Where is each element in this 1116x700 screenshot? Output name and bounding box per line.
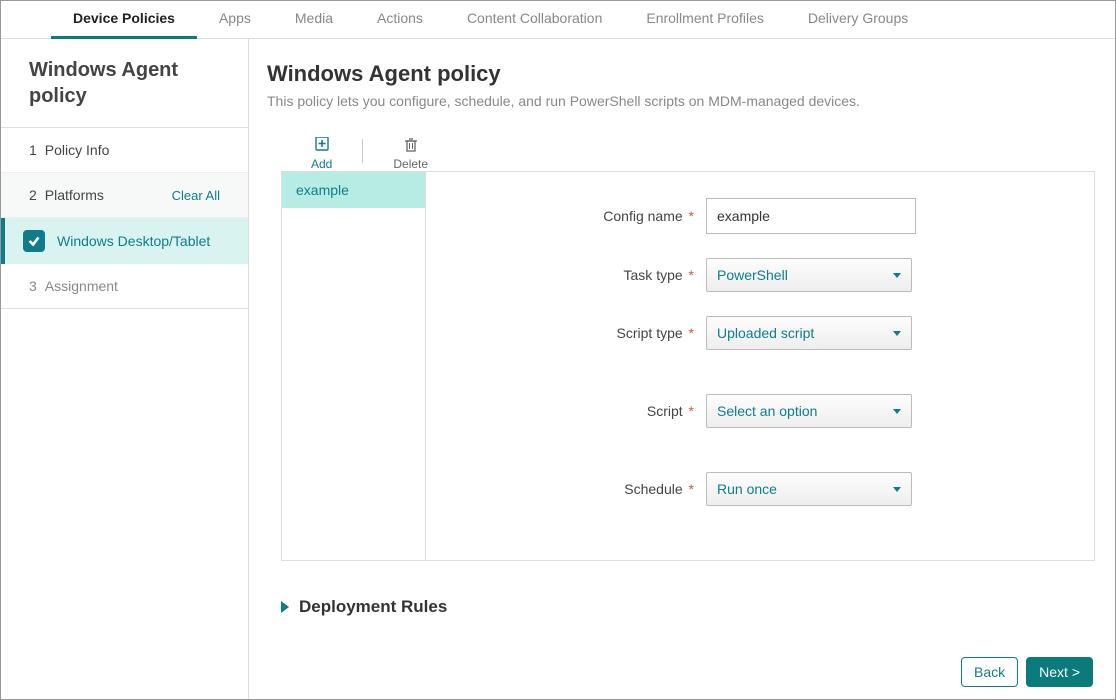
script-type-value: Uploaded script — [717, 325, 814, 341]
add-icon — [314, 137, 330, 153]
step-num: 2 — [29, 187, 37, 203]
chevron-down-icon — [893, 273, 901, 278]
sidebar-title: Windows Agent policy — [1, 39, 248, 128]
platform-label: Windows Desktop/Tablet — [57, 233, 210, 249]
task-type-value: PowerShell — [717, 267, 788, 283]
step-label: Assignment — [45, 278, 118, 294]
config-list: example — [282, 172, 426, 560]
row-script: Script * Select an option — [466, 394, 1054, 428]
body: Windows Agent policy 1 Policy Info 2 Platf… — [1, 39, 1115, 699]
label-script-type: Script type * — [466, 325, 706, 341]
caret-right-icon — [281, 601, 289, 613]
step-platforms[interactable]: 2 Platforms Clear All — [1, 173, 248, 218]
tab-delivery-groups[interactable]: Delivery Groups — [786, 1, 930, 39]
tab-content-collaboration[interactable]: Content Collaboration — [445, 1, 624, 39]
step-policy-info[interactable]: 1 Policy Info — [1, 128, 248, 173]
chevron-down-icon — [893, 487, 901, 492]
required-asterisk: * — [689, 325, 694, 341]
config-toolbar: Add Delete — [281, 137, 1097, 171]
tab-media[interactable]: Media — [273, 1, 355, 39]
page-title: Windows Agent policy — [267, 61, 1097, 87]
required-asterisk: * — [689, 208, 694, 224]
required-asterisk: * — [689, 403, 694, 419]
script-value: Select an option — [717, 403, 817, 419]
tab-device-policies[interactable]: Device Policies — [51, 1, 197, 39]
required-asterisk: * — [689, 267, 694, 283]
delete-button[interactable]: Delete — [363, 137, 458, 171]
sidebar: Windows Agent policy 1 Policy Info 2 Platf… — [1, 39, 249, 699]
script-type-select[interactable]: Uploaded script — [706, 316, 912, 350]
chevron-down-icon — [893, 331, 901, 336]
add-button[interactable]: Add — [281, 137, 362, 171]
config-name-input[interactable] — [706, 198, 916, 234]
row-config-name: Config name * — [466, 198, 1054, 234]
deployment-rules-title: Deployment Rules — [299, 597, 447, 617]
check-icon — [27, 234, 41, 248]
script-select[interactable]: Select an option — [706, 394, 912, 428]
step-label: Platforms — [45, 187, 104, 203]
tab-enrollment-profiles[interactable]: Enrollment Profiles — [624, 1, 786, 39]
page-description: This policy lets you configure, schedule… — [267, 93, 1097, 109]
back-button[interactable]: Back — [961, 657, 1018, 687]
deployment-rules-toggle[interactable]: Deployment Rules — [281, 597, 1097, 617]
schedule-select[interactable]: Run once — [706, 472, 912, 506]
footer-buttons: Back Next > — [961, 657, 1093, 687]
config-panel: example Config name * Task type * PowerS… — [281, 171, 1095, 561]
step-label: Policy Info — [45, 142, 110, 158]
required-asterisk: * — [689, 481, 694, 497]
main-content: Windows Agent policy This policy lets yo… — [249, 39, 1115, 699]
tab-actions[interactable]: Actions — [355, 1, 445, 39]
label-config-name: Config name * — [466, 208, 706, 224]
schedule-value: Run once — [717, 481, 777, 497]
add-label: Add — [311, 157, 332, 171]
chevron-down-icon — [893, 409, 901, 414]
form-area: Config name * Task type * PowerShell Scr… — [426, 172, 1094, 560]
app-frame: Device Policies Apps Media Actions Conte… — [0, 0, 1116, 700]
step-num: 1 — [29, 142, 37, 158]
label-schedule: Schedule * — [466, 481, 706, 497]
step-assignment[interactable]: 3 Assignment — [1, 264, 248, 309]
top-nav: Device Policies Apps Media Actions Conte… — [1, 1, 1115, 39]
trash-icon — [403, 137, 419, 153]
step-num: 3 — [29, 278, 37, 294]
label-script: Script * — [466, 403, 706, 419]
next-button[interactable]: Next > — [1026, 657, 1093, 687]
platform-checkbox[interactable] — [23, 230, 45, 252]
tab-apps[interactable]: Apps — [197, 1, 273, 39]
config-list-item[interactable]: example — [282, 172, 425, 208]
clear-all-link[interactable]: Clear All — [172, 188, 220, 203]
delete-label: Delete — [393, 157, 428, 171]
row-script-type: Script type * Uploaded script — [466, 316, 1054, 350]
row-schedule: Schedule * Run once — [466, 472, 1054, 506]
platform-windows-desktop-tablet[interactable]: Windows Desktop/Tablet — [1, 218, 248, 264]
label-task-type: Task type * — [466, 267, 706, 283]
task-type-select[interactable]: PowerShell — [706, 258, 912, 292]
row-task-type: Task type * PowerShell — [466, 258, 1054, 292]
